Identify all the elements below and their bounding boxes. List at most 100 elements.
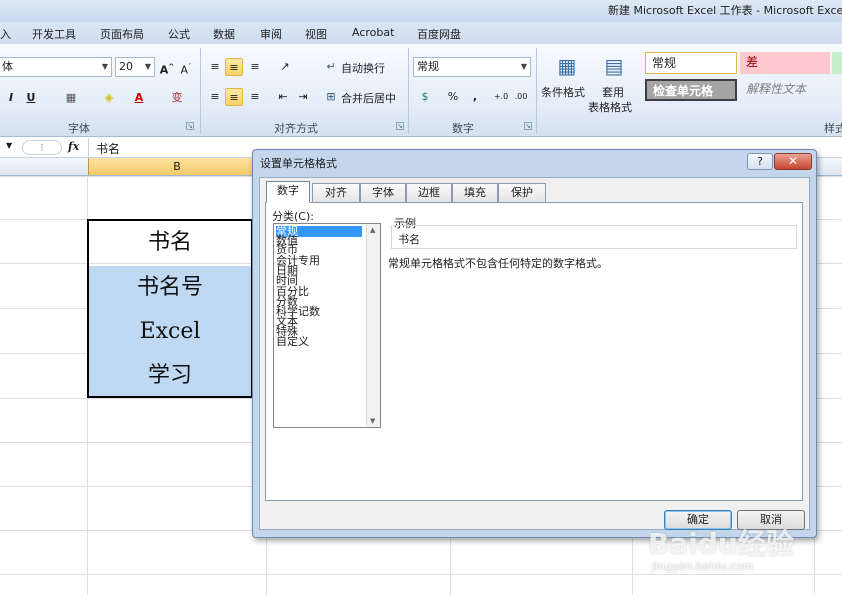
fx-icon[interactable]: fx [68,140,79,153]
font-color-icon[interactable]: A [130,89,148,107]
format-as-table-icon[interactable]: ▤ [600,52,628,80]
title-bar: 新建 Microsoft Excel 工作表 - Microsoft Excel [0,0,842,22]
column-header-b[interactable]: B [88,158,266,175]
number-tab-panel: 分类(C): 常规 数值 货币 会计专用 日期 时间 百分比 分数 科学记数 文… [265,202,803,501]
scroll-up-icon[interactable]: ▲ [370,226,375,234]
close-button[interactable]: ✕ [774,153,812,170]
tab-developer[interactable]: 开发工具 [32,26,76,42]
ribbon-divider [408,48,409,134]
align-center-icon[interactable]: ≡ [225,88,243,106]
grow-font-icon[interactable]: A^ [158,58,176,77]
style-check-cell[interactable]: 检查单元格 [645,79,737,101]
align-right-icon[interactable]: ≡ [246,88,264,106]
tab-review[interactable]: 审阅 [260,26,282,42]
tab-alignment[interactable]: 对齐 [312,183,360,202]
cell-b3[interactable]: 书名号 [88,266,252,310]
tab-number[interactable]: 数字 [266,181,310,203]
cell-b5[interactable]: 学习 [88,354,252,398]
increase-decimal-icon[interactable]: +.0 [492,88,510,106]
style-good-partial[interactable] [832,52,842,74]
ribbon-divider [200,48,201,134]
number-dialog-launcher-icon[interactable]: ↘ [524,122,532,130]
tab-data[interactable]: 数据 [213,26,235,42]
phonetic-icon[interactable]: 变 [168,89,186,107]
increase-indent-icon[interactable]: ⇥ [294,88,312,106]
number-group-label: 数字 [452,122,474,135]
font-name-value: 体 [2,60,13,73]
accounting-format-icon[interactable]: $ [416,88,434,106]
sample-box: 书名 [391,225,797,249]
decrease-indent-icon[interactable]: ⇤ [274,88,292,106]
formula-bar-expand-icon[interactable]: ⁝ [22,140,62,155]
format-cells-dialog: 设置单元格格式 ? ✕ 数字 对齐 字体 边框 填充 保护 分类(C): 常规 … [252,149,817,538]
category-list-scrollbar[interactable]: ▲ ▼ [366,224,380,427]
ribbon-tabs: 入 开发工具 页面布局 公式 数据 审阅 视图 Acrobat 百度网盘 [0,22,842,44]
fill-color-icon[interactable]: ◈ [100,89,118,107]
decrease-decimal-icon[interactable]: .00 [512,88,530,106]
tab-formulas[interactable]: 公式 [168,26,190,42]
ok-button[interactable]: 确定 [664,510,732,530]
italic-icon[interactable]: I [2,89,20,107]
tab-font[interactable]: 字体 [360,183,406,202]
scroll-down-icon[interactable]: ▼ [370,417,375,425]
wrap-text-button[interactable]: 自动换行 [341,60,385,76]
alignment-group-label: 对齐方式 [274,122,318,135]
conditional-format-button[interactable]: 条件格式 [541,84,585,100]
category-description: 常规单元格格式不包含任何特定的数字格式。 [388,257,608,270]
wrap-text-icon[interactable]: ↵ [322,58,340,76]
alignment-dialog-launcher-icon[interactable]: ↘ [396,122,404,130]
formula-divider [88,138,89,157]
align-bottom-icon[interactable]: ≡ [246,58,264,76]
font-group-label: 字体 [68,122,90,135]
tab-insert[interactable]: 入 [0,26,11,42]
ribbon-divider [536,48,537,134]
category-item-custom[interactable]: 自定义 [276,336,309,347]
cell-b2[interactable]: 书名 [88,221,252,265]
help-button[interactable]: ? [747,153,773,170]
chevron-down-icon: ▼ [144,62,151,71]
namebox-dropdown-icon[interactable]: ▼ [6,141,12,150]
format-as-table-apply[interactable]: 套用 [602,84,624,100]
shrink-font-icon[interactable]: Aˇ [177,58,195,77]
merge-center-icon[interactable]: ⊞ [322,88,340,106]
ribbon: 体 ▼ 20 ▼ A^ Aˇ I U ▦ ◈ A 变 字体 ↘ ≡ ≡ ≡ ↗ … [0,44,842,137]
align-top-icon[interactable]: ≡ [206,58,224,76]
underline-icon[interactable]: U [22,89,40,107]
number-format-value: 常规 [417,60,439,73]
style-normal[interactable]: 常规 [645,52,737,74]
merge-center-button[interactable]: 合并后居中 [341,90,396,106]
font-size-select[interactable]: 20 ▼ [115,57,155,77]
tab-protection[interactable]: 保护 [498,183,546,202]
format-as-table-button[interactable]: 表格格式 [588,99,632,115]
formula-input[interactable]: 书名 [96,140,120,157]
font-size-value: 20 [119,60,133,73]
dialog-body: 数字 对齐 字体 边框 填充 保护 分类(C): 常规 数值 货币 会计专用 日… [259,177,810,530]
styles-group-label: 样式 [824,122,842,135]
align-middle-icon[interactable]: ≡ [225,58,243,76]
tab-acrobat[interactable]: Acrobat [352,26,394,39]
category-list[interactable]: 常规 数值 货币 会计专用 日期 时间 百分比 分数 科学记数 文本 特殊 自定… [273,223,381,428]
cancel-button[interactable]: 取消 [737,510,805,530]
sample-value: 书名 [398,233,420,246]
conditional-format-icon[interactable]: ▦ [553,52,581,80]
percent-icon[interactable]: % [444,88,462,106]
style-explanatory[interactable]: 解释性文本 [740,79,830,101]
comma-style-icon[interactable]: , [466,88,484,106]
chevron-down-icon: ▼ [101,62,108,71]
style-bad[interactable]: 差 [740,52,830,74]
number-format-select[interactable]: 常规 ▼ [413,57,531,77]
dialog-title: 设置单元格格式 [260,157,337,170]
cell-b4[interactable]: Excel [88,310,252,354]
tab-view[interactable]: 视图 [305,26,327,42]
font-name-select[interactable]: 体 ▼ [0,57,112,77]
tab-border[interactable]: 边框 [406,183,452,202]
orientation-icon[interactable]: ↗ [276,58,294,76]
chevron-down-icon: ▼ [520,62,527,71]
align-left-icon[interactable]: ≡ [206,88,224,106]
borders-icon[interactable]: ▦ [62,89,80,107]
window-title: 新建 Microsoft Excel 工作表 - Microsoft Excel [608,4,842,17]
tab-page-layout[interactable]: 页面布局 [100,26,144,42]
tab-fill[interactable]: 填充 [452,183,498,202]
font-dialog-launcher-icon[interactable]: ↘ [186,122,194,130]
tab-baidu-netdisk[interactable]: 百度网盘 [417,26,461,42]
